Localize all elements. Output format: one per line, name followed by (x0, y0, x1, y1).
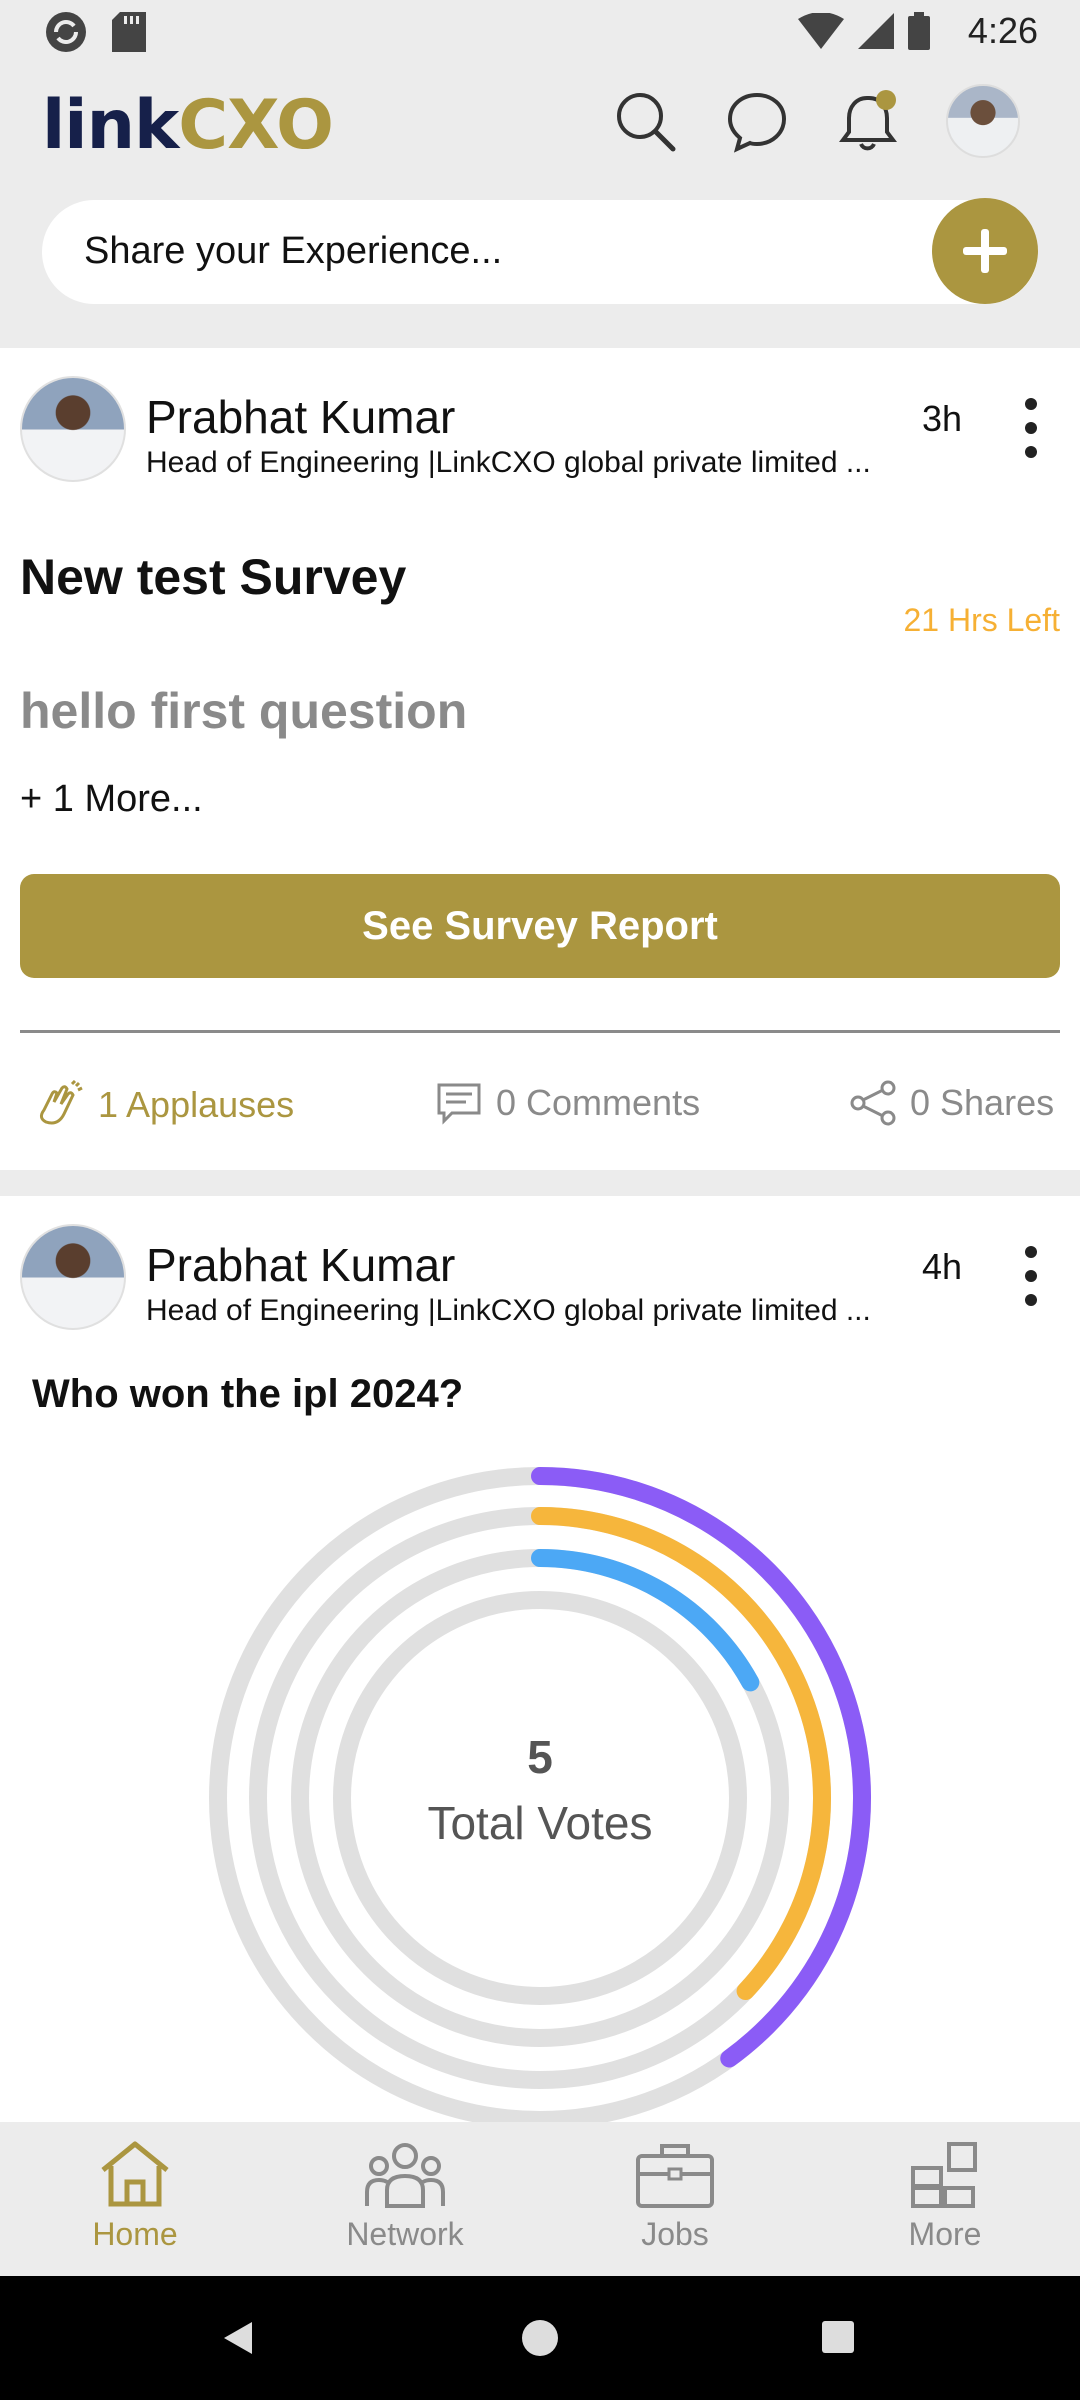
total-votes-summary: 5 Total Votes (340, 1730, 740, 1850)
author-name[interactable]: Prabhat Kumar (146, 1238, 455, 1292)
nav-jobs[interactable]: Jobs (540, 2122, 810, 2276)
share-count: 0 Shares (910, 1082, 1055, 1123)
nav-home[interactable]: Home (0, 2122, 270, 2276)
back-button[interactable] (224, 2322, 252, 2354)
nav-label: More (908, 2216, 982, 2252)
comment-icon (437, 1083, 481, 1125)
post-menu-button[interactable] (1016, 398, 1046, 458)
post-menu-button[interactable] (1016, 1246, 1046, 1306)
share-icon (850, 1080, 896, 1126)
author-name[interactable]: Prabhat Kumar (146, 390, 455, 444)
profile-avatar[interactable] (946, 84, 1020, 158)
author-avatar[interactable] (20, 1224, 126, 1330)
author-avatar[interactable] (20, 376, 126, 482)
share-button[interactable]: 0 Shares (850, 1080, 1054, 1126)
home-icon (101, 2141, 169, 2207)
divider (20, 1030, 1060, 1033)
applause-count: 1 Applauses (98, 1084, 295, 1125)
post-time: 4h (921, 1246, 962, 1287)
survey-question: hello first question (20, 683, 468, 739)
home-button[interactable] (522, 2320, 558, 2356)
app-header: linkCXO Share your Experience... (0, 64, 1080, 344)
notifications-button[interactable] (834, 86, 904, 156)
bell-icon (839, 90, 897, 151)
plus-icon (963, 229, 1007, 273)
recents-button[interactable] (822, 2321, 854, 2353)
nav-label: Jobs (641, 2216, 709, 2252)
poll-question: Who won the ipl 2024? (32, 1372, 464, 1416)
wifi-icon (798, 13, 844, 49)
clock: 4:26 (967, 10, 1038, 51)
logo-cxo-text: CXO (178, 86, 334, 165)
nav-label: Home (92, 2216, 178, 2252)
network-icon (365, 2143, 445, 2208)
sd-card-icon (112, 12, 146, 52)
grid-icon (911, 2142, 977, 2208)
clap-icon (39, 1080, 83, 1125)
share-placeholder: Share your Experience... (84, 230, 503, 272)
add-post-button[interactable] (932, 198, 1038, 304)
poll-post-card: Prabhat Kumar Head of Engineering |LinkC… (0, 1196, 1080, 2126)
survey-time-left: 21 Hrs Left (903, 602, 1060, 638)
share-experience-input[interactable]: Share your Experience... (42, 198, 1038, 304)
post-time: 3h (921, 398, 962, 439)
signal-icon (858, 13, 894, 49)
survey-title: New test Survey (20, 549, 407, 605)
bottom-navigation: Home Network Jobs More (0, 2122, 1080, 2276)
more-questions-link[interactable]: + 1 More... (20, 778, 203, 821)
see-survey-report-button[interactable]: See Survey Report (20, 874, 1060, 978)
search-button[interactable] (610, 86, 680, 156)
applause-button[interactable]: 1 Applauses (34, 1080, 294, 1130)
linkcxo-logo[interactable]: linkCXO (42, 86, 334, 165)
sync-icon (46, 12, 86, 52)
author-headline: Head of Engineering |LinkCXO global priv… (146, 1294, 871, 1327)
search-icon (617, 93, 676, 152)
logo-link-text: link (42, 86, 179, 165)
notification-icons (44, 10, 146, 54)
nav-label: Network (346, 2216, 464, 2252)
comment-count: 0 Comments (496, 1082, 701, 1123)
survey-post-card: Prabhat Kumar Head of Engineering |LinkC… (0, 348, 1080, 1170)
messages-button[interactable] (722, 86, 792, 156)
system-navigation-bar (0, 2276, 1080, 2400)
nav-more[interactable]: More (810, 2122, 1080, 2276)
status-bar: 4:26 (0, 0, 1080, 64)
battery-icon (908, 12, 930, 50)
total-votes-count: 5 (527, 1731, 553, 1783)
nav-network[interactable]: Network (270, 2122, 540, 2276)
header-actions (610, 84, 1020, 158)
comments-button[interactable]: 0 Comments (436, 1080, 700, 1126)
total-votes-label: Total Votes (427, 1797, 653, 1849)
author-headline: Head of Engineering |LinkCXO global priv… (146, 446, 871, 479)
chat-bubble-icon (727, 92, 787, 153)
briefcase-icon (636, 2144, 714, 2208)
system-icons (798, 12, 930, 50)
